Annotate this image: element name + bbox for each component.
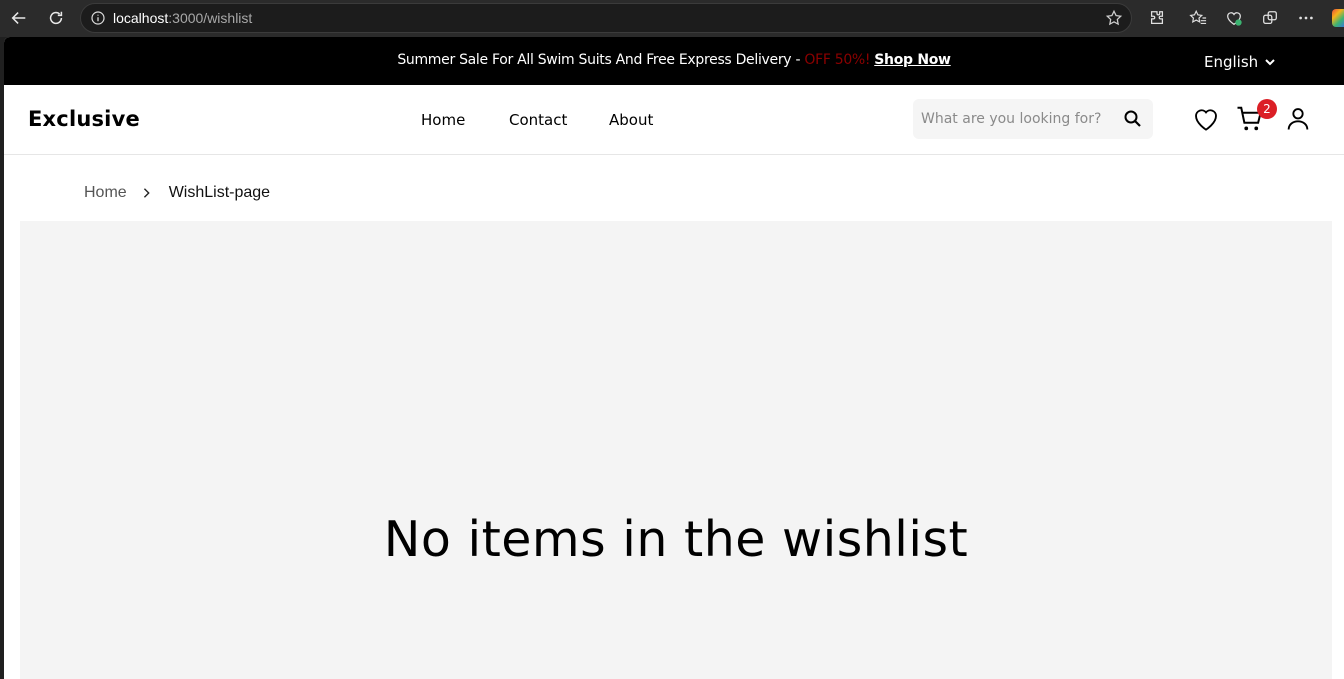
promo-discount: OFF 50%! [804,52,871,68]
empty-wishlist-message: No items in the wishlist [383,511,969,568]
site-logo[interactable]: Exclusive [28,107,140,131]
search-box [913,99,1153,139]
page-viewport: Summer Sale For All Swim Suits And Free … [4,37,1344,679]
chevron-right-icon [141,186,155,200]
browser-toolbar: localhost:3000/wishlist [0,0,1344,37]
url-path: :3000/wishlist [168,10,253,26]
refresh-button[interactable] [43,5,69,31]
language-label: English [1204,53,1259,71]
extensions-icon[interactable] [1146,7,1168,29]
more-options-icon[interactable] [1295,7,1317,29]
url-host: localhost [113,10,169,26]
url-text: localhost:3000/wishlist [113,10,252,26]
heart-icon [1195,109,1217,131]
language-selector[interactable]: English [1204,53,1276,71]
cart-count-badge: 2 [1257,99,1277,119]
search-icon[interactable] [1123,109,1143,129]
nav-contact-link[interactable]: Contact [509,111,609,129]
nav-home-link[interactable]: Home [421,111,509,129]
wishlist-content: No items in the wishlist [20,221,1332,679]
back-arrow-icon [11,12,26,24]
back-button[interactable] [6,5,32,31]
promo-text: Summer Sale For All Swim Suits And Free … [4,52,1344,68]
favorite-star-icon[interactable] [1105,9,1123,27]
collections-icon[interactable] [1259,7,1281,29]
promo-banner: Summer Sale For All Swim Suits And Free … [4,37,1344,85]
shop-now-link[interactable]: Shop Now [874,52,951,68]
account-button[interactable] [1282,103,1314,135]
refresh-icon [49,11,63,25]
chevron-down-icon [1265,59,1275,66]
breadcrumb: Home WishList-page [84,184,270,202]
user-icon [1287,108,1309,130]
browser-essentials-icon[interactable] [1223,7,1245,29]
wishlist-button[interactable] [1190,103,1222,135]
search-input[interactable] [921,111,1111,127]
breadcrumb-current: WishList-page [168,184,271,201]
copilot-icon[interactable] [1332,9,1344,27]
main-nav: Home Contact About [421,111,653,129]
address-bar[interactable]: localhost:3000/wishlist [80,3,1132,33]
promo-message: Summer Sale For All Swim Suits And Free … [397,52,805,68]
site-info-icon[interactable] [89,9,107,27]
nav-about-link[interactable]: About [609,111,653,129]
favorites-icon[interactable] [1187,7,1209,29]
site-header: Exclusive Home Contact About [4,85,1344,155]
breadcrumb-home[interactable]: Home [84,184,127,202]
